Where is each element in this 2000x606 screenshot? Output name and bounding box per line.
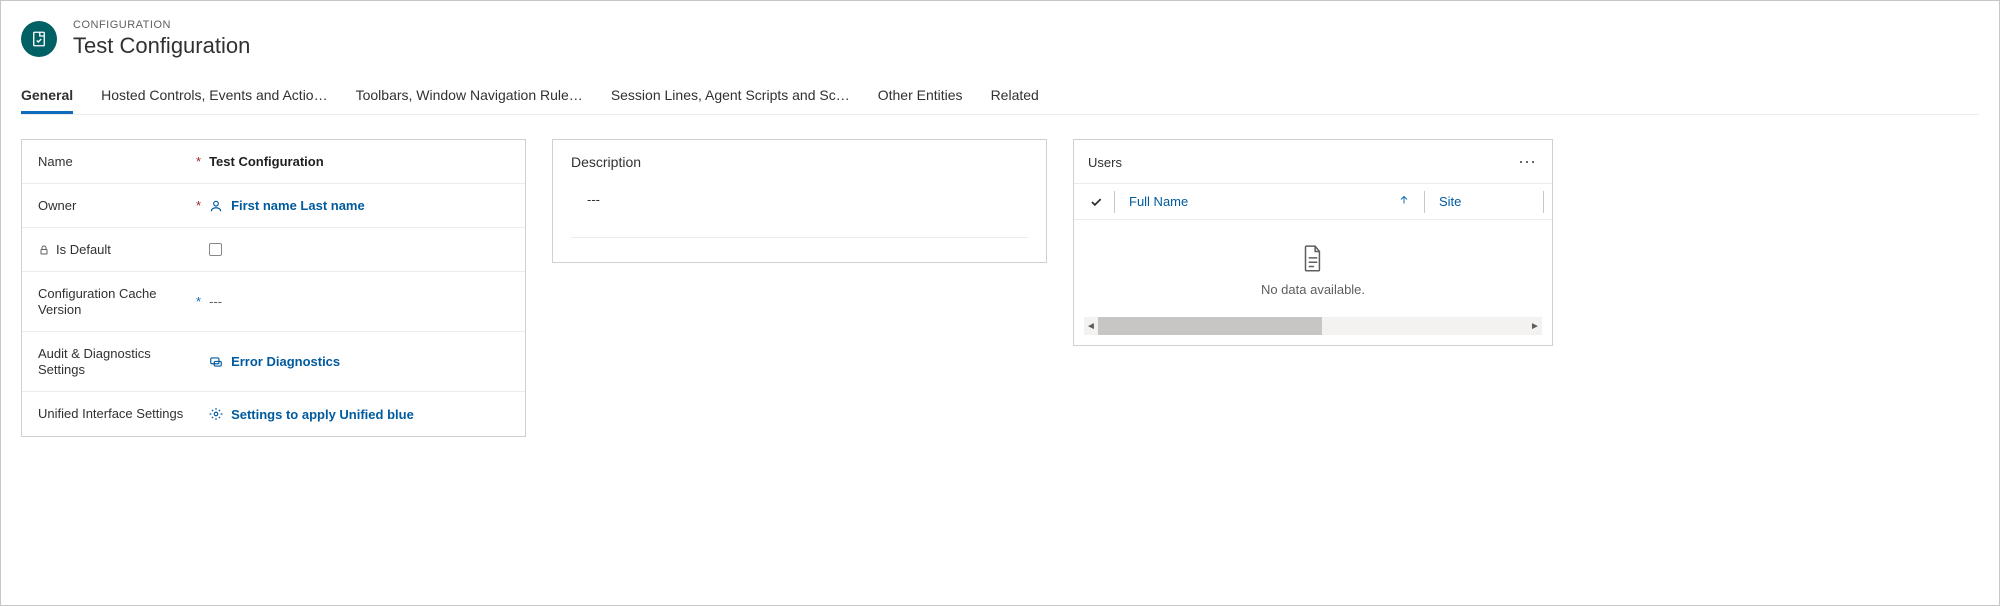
field-name[interactable]: Name * Test Configuration [22,140,525,184]
scrollbar-thumb[interactable] [1098,317,1322,335]
tab-toolbars[interactable]: Toolbars, Window Navigation Rule… [356,87,583,114]
empty-text: No data available. [1074,282,1552,297]
entity-icon [21,21,57,57]
sort-asc-icon [1398,194,1410,209]
column-full-name[interactable]: Full Name [1119,190,1420,213]
unified-link[interactable]: Settings to apply Unified blue [231,407,414,422]
diagnostics-icon [209,355,223,369]
field-unified-interface[interactable]: Unified Interface Settings * Settings to… [22,392,525,436]
field-label: Configuration Cache Version [38,286,188,317]
column-site[interactable]: Site [1429,190,1539,213]
users-more-button[interactable]: ⋯ [1518,152,1538,173]
field-label: Owner [38,198,76,213]
cache-version-value: --- [209,294,222,309]
horizontal-scrollbar[interactable]: ◄ ► [1084,317,1542,335]
field-is-default[interactable]: Is Default * [22,228,525,272]
tab-bar: General Hosted Controls, Events and Acti… [21,87,1979,115]
select-all-checkbox[interactable] [1082,195,1110,209]
name-value: Test Configuration [209,154,324,169]
fields-card: Name * Test Configuration Owner * First … [21,139,526,437]
users-grid-header: Full Name Site [1074,183,1552,220]
field-label: Name [38,154,73,169]
page-header: CONFIGURATION Test Configuration [21,19,1979,59]
users-card: Users ⋯ Full Name Site No da [1073,139,1553,346]
is-default-checkbox[interactable] [209,243,222,256]
description-value: --- [587,192,600,207]
scroll-right-icon[interactable]: ► [1528,321,1542,332]
required-indicator: * [196,154,201,169]
tab-hosted-controls[interactable]: Hosted Controls, Events and Actio… [101,87,327,114]
required-indicator: * [196,198,201,213]
tab-session-lines[interactable]: Session Lines, Agent Scripts and Sc… [611,87,850,114]
entity-overline: CONFIGURATION [73,19,250,31]
scroll-left-icon[interactable]: ◄ [1084,321,1098,332]
field-owner[interactable]: Owner * First name Last name [22,184,525,228]
description-card: Description --- [552,139,1047,263]
document-icon [1300,244,1326,274]
description-label: Description [571,154,1028,170]
tab-other-entities[interactable]: Other Entities [878,87,963,114]
field-label: Unified Interface Settings [38,406,183,422]
settings-icon [209,407,223,421]
tab-related[interactable]: Related [991,87,1039,114]
person-icon [209,199,223,213]
required-indicator: * [196,294,201,309]
users-title: Users [1088,155,1122,170]
field-label: Is Default [56,242,111,257]
lock-icon [38,244,50,256]
tab-general[interactable]: General [21,87,73,114]
field-cache-version[interactable]: Configuration Cache Version * --- [22,272,525,332]
field-audit[interactable]: Audit & Diagnostics Settings * Error Dia… [22,332,525,392]
audit-link[interactable]: Error Diagnostics [231,354,340,369]
field-label: Audit & Diagnostics Settings [38,346,188,377]
users-empty-state: No data available. [1074,220,1552,313]
owner-link[interactable]: First name Last name [231,198,365,213]
page-title: Test Configuration [73,33,250,59]
description-field[interactable]: --- [571,184,1028,238]
